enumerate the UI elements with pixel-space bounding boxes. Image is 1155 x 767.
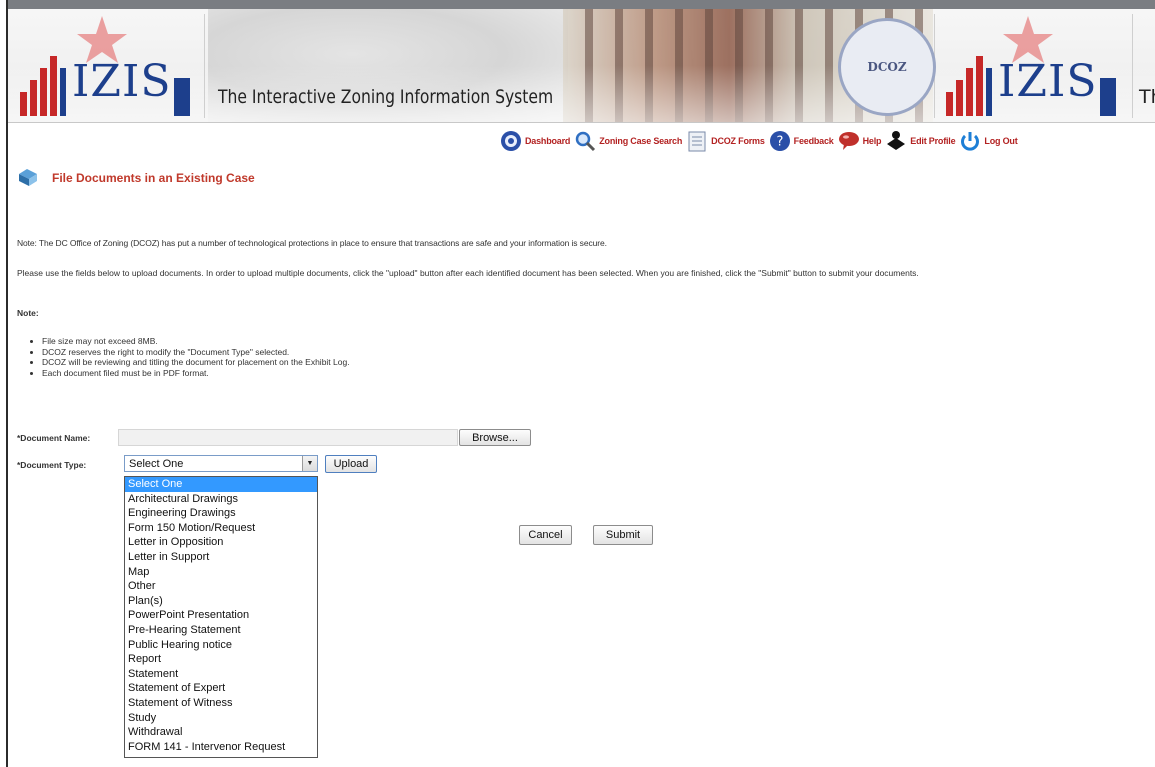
upload-button[interactable]: Upload xyxy=(325,455,377,473)
dropdown-option[interactable]: Pre-Hearing Statement xyxy=(125,623,317,638)
dropdown-option[interactable]: Map xyxy=(125,565,317,580)
dropdown-option[interactable]: Plan(s) xyxy=(125,594,317,609)
dropdown-option[interactable]: Statement of Expert xyxy=(125,681,317,696)
nav-feedback[interactable]: ? Feedback xyxy=(769,130,834,152)
svg-text:?: ? xyxy=(776,135,783,150)
dropdown-option[interactable]: PowerPoint Presentation xyxy=(125,608,317,623)
browse-button[interactable]: Browse... xyxy=(459,429,531,446)
top-navigation: Dashboard Zoning Case Search DCOZ Forms … xyxy=(500,128,1022,154)
dcoz-seal: DCOZ xyxy=(838,18,936,116)
nav-dcoz-forms[interactable]: DCOZ Forms xyxy=(686,130,765,152)
submit-button[interactable]: Submit xyxy=(593,525,653,545)
nav-label-dashboard: Dashboard xyxy=(525,136,571,146)
document-name-field[interactable] xyxy=(118,429,458,446)
banner-top-strip xyxy=(8,0,1155,9)
cancel-button[interactable]: Cancel xyxy=(519,525,572,545)
dropdown-option[interactable]: Statement xyxy=(125,667,317,682)
note-item: DCOZ reserves the right to modify the "D… xyxy=(42,347,350,358)
nav-help[interactable]: Help xyxy=(838,130,882,152)
nav-label-help: Help xyxy=(862,136,882,146)
nav-log-out[interactable]: Log Out xyxy=(959,130,1018,152)
note-item: DCOZ will be reviewing and titling the d… xyxy=(42,357,350,368)
security-note: Note: The DC Office of Zoning (DCOZ) has… xyxy=(17,238,607,248)
nav-zoning-case-search[interactable]: Zoning Case Search xyxy=(574,130,682,152)
note-label: Note: xyxy=(17,308,39,318)
document-type-label: *Document Type: xyxy=(17,460,87,470)
banner-tagline: The Interactive Zoning Information Syste… xyxy=(218,86,554,108)
upload-instructions: Please use the fields below to upload do… xyxy=(17,268,919,278)
document-name-label: *Document Name: xyxy=(17,433,91,443)
forms-icon xyxy=(688,131,706,152)
logo-text: IZIS xyxy=(72,56,172,107)
note-item: File size may not exceed 8MB. xyxy=(42,336,350,347)
dropdown-option[interactable]: Letter in Support xyxy=(125,550,317,565)
note-item: Each document filed must be in PDF forma… xyxy=(42,368,350,379)
dropdown-option[interactable]: Study xyxy=(125,711,317,726)
dropdown-option[interactable]: Other xyxy=(125,579,317,594)
logo-text: IZIS xyxy=(998,56,1098,107)
dropdown-option[interactable]: Public Hearing notice xyxy=(125,638,317,653)
banner-tagline-cut: Th xyxy=(1139,86,1155,108)
dropdown-option[interactable]: Withdrawal xyxy=(125,725,317,740)
dropdown-option[interactable]: Report xyxy=(125,652,317,667)
power-icon xyxy=(961,132,980,151)
page-title: File Documents in an Existing Case xyxy=(52,171,255,185)
dropdown-option[interactable]: Form 150 Motion/Request xyxy=(125,521,317,536)
dropdown-option[interactable]: Architectural Drawings xyxy=(125,492,317,507)
seal-label: DCOZ xyxy=(867,60,907,74)
nav-edit-profile[interactable]: Edit Profile xyxy=(885,130,956,152)
edit-profile-icon xyxy=(887,131,906,150)
document-folder-icon xyxy=(19,169,37,186)
dropdown-option[interactable]: Select One xyxy=(125,477,317,492)
dropdown-option[interactable]: Letter in Opposition xyxy=(125,535,317,550)
dropdown-option[interactable]: FORM 141 - Intervenor Request xyxy=(125,740,317,755)
help-icon xyxy=(838,132,859,150)
nav-label-zoning-case-search: Zoning Case Search xyxy=(599,136,683,146)
nav-dashboard[interactable]: Dashboard xyxy=(500,130,570,152)
nav-label-dcoz-forms: DCOZ Forms xyxy=(711,136,765,146)
dropdown-option[interactable]: Statement of Witness xyxy=(125,696,317,711)
note-list: File size may not exceed 8MB. DCOZ reser… xyxy=(30,336,350,378)
site-banner: DCOZ IZIS The Interactive Zoning Informa… xyxy=(8,0,1155,123)
chevron-down-icon[interactable]: ▼ xyxy=(302,456,317,471)
nav-label-log-out: Log Out xyxy=(984,136,1018,146)
nav-label-edit-profile: Edit Profile xyxy=(910,136,956,146)
dashboard-icon xyxy=(501,131,521,151)
document-type-dropdown-list[interactable]: Select One Architectural Drawings Engineer… xyxy=(124,476,318,758)
feedback-icon: ? xyxy=(769,131,790,151)
document-type-selected-value: Select One xyxy=(129,458,184,470)
dropdown-option[interactable]: Engineering Drawings xyxy=(125,506,317,521)
nav-label-feedback: Feedback xyxy=(793,136,834,146)
document-type-select[interactable]: Select One ▼ xyxy=(124,455,318,472)
magnifier-icon xyxy=(575,131,596,152)
